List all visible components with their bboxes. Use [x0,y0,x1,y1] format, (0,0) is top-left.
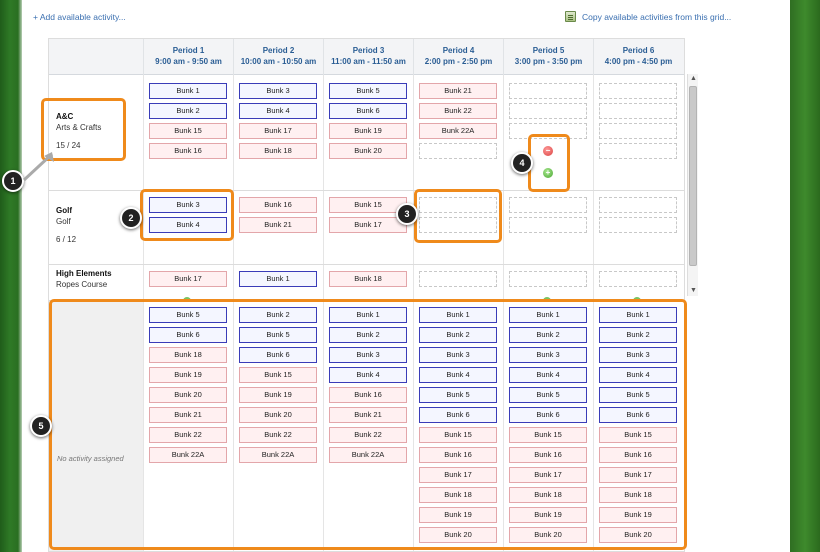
empty-slot[interactable] [599,271,677,287]
period-time: 9:00 am - 9:50 am [155,57,222,66]
bunk-chip[interactable]: Bunk 15 [149,123,227,139]
scroll-thumb[interactable] [689,86,697,266]
bunk-chip[interactable]: Bunk 18 [239,143,317,159]
bunk-chip[interactable]: Bunk 22 [419,103,497,119]
activity-capacity: 6 / 12 [56,235,77,244]
bunk-chip[interactable]: Bunk 20 [329,143,407,159]
bunk-chip[interactable]: Bunk 1 [239,271,317,287]
period-header-6: Period 6 4:00 pm - 4:50 pm [593,39,683,75]
period-name: Period 3 [352,46,385,55]
activity-name: Ropes Course [56,280,108,289]
row-divider [49,264,684,265]
bunk-chip[interactable]: Bunk 4 [239,103,317,119]
empty-slot[interactable] [599,123,677,139]
callout-5: 5 [30,415,52,437]
bunk-chip[interactable]: Bunk 17 [149,271,227,287]
bunk-chip[interactable]: Bunk 19 [329,123,407,139]
period-header-2: Period 2 10:00 am - 10:50 am [233,39,323,75]
empty-slot[interactable] [599,143,677,159]
period-header-1: Period 1 9:00 am - 9:50 am [143,39,233,75]
bunk-chip[interactable]: Bunk 17 [239,123,317,139]
period-time: 11:00 am - 11:50 am [331,57,406,66]
period-header-4: Period 4 2:00 pm - 2:50 pm [413,39,503,75]
empty-slot[interactable] [599,103,677,119]
bunk-chip[interactable]: Bunk 21 [239,217,317,233]
period-name: Period 2 [262,46,295,55]
activity-code: Golf [56,206,72,215]
empty-slot[interactable] [419,143,497,159]
callout-2: 2 [120,207,142,229]
period-header-3: Period 3 11:00 am - 11:50 am [323,39,413,75]
bunk-chip[interactable]: Bunk 16 [239,197,317,213]
bunk-chip[interactable]: Bunk 22A [419,123,497,139]
empty-slot[interactable] [599,217,677,233]
copy-grid-icon[interactable] [565,11,576,22]
highlight-unassigned-row [49,299,687,550]
callout-3: 3 [396,203,418,225]
empty-slot[interactable] [419,271,497,287]
grid-header: Period 1 9:00 am - 9:50 am Period 2 10:00 … [49,39,684,75]
scroll-up-icon[interactable]: ▲ [688,74,699,84]
period-name: Period 6 [622,46,655,55]
vertical-scrollbar[interactable]: ▲ ▼ [687,74,698,296]
highlight-add-remove-buttons [528,134,570,192]
bunk-chip[interactable]: Bunk 16 [149,143,227,159]
copy-activities-link[interactable]: Copy available activities from this grid… [582,12,731,22]
activity-name: Golf [56,217,71,226]
bunk-chip[interactable]: Bunk 6 [329,103,407,119]
callout-1-arrow [22,152,54,182]
period-name: Period 5 [532,46,565,55]
period-time: 3:00 pm - 3:50 pm [514,57,583,66]
period-header-5: Period 5 3:00 pm - 3:50 pm [503,39,593,75]
empty-slot[interactable] [599,83,677,99]
bunk-chip[interactable]: Bunk 5 [329,83,407,99]
empty-slot[interactable] [509,83,587,99]
scroll-down-icon[interactable]: ▼ [688,286,699,296]
highlight-empty-slots [414,189,502,243]
callout-4: 4 [511,152,533,174]
activity-code: High Elements [56,269,112,278]
empty-slot[interactable] [509,271,587,287]
bunk-chip[interactable]: Bunk 21 [419,83,497,99]
empty-slot[interactable] [509,217,587,233]
bunk-chip[interactable]: Bunk 17 [329,217,407,233]
period-name: Period 1 [172,46,205,55]
period-time: 10:00 am - 10:50 am [240,57,317,66]
bunk-chip[interactable]: Bunk 18 [329,271,407,287]
empty-slot[interactable] [509,103,587,119]
period-time: 4:00 pm - 4:50 pm [604,57,673,66]
bunk-chip[interactable]: Bunk 1 [149,83,227,99]
period-name: Period 4 [442,46,475,55]
page-background [790,0,820,552]
add-activity-link[interactable]: + Add available activity... [33,12,126,22]
empty-slot[interactable] [599,197,677,213]
period-time: 2:00 pm - 2:50 pm [424,57,493,66]
empty-slot[interactable] [509,197,587,213]
highlight-assigned-bunks [140,189,234,241]
bunk-chip[interactable]: Bunk 2 [149,103,227,119]
bunk-chip[interactable]: Bunk 3 [239,83,317,99]
